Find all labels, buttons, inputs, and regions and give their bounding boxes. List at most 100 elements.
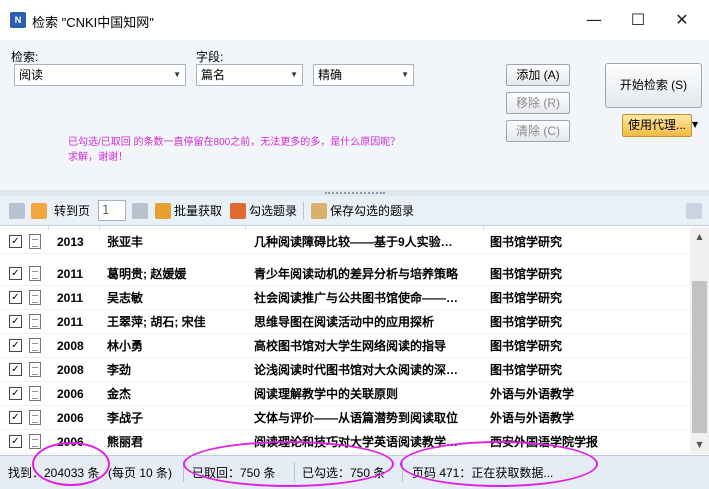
row-source: 图书馆学研究 — [490, 315, 563, 329]
use-proxy-button[interactable]: 使用代理... — [622, 114, 692, 137]
document-icon — [29, 362, 41, 377]
row-source: 外语与外语教学 — [490, 411, 575, 425]
table-row[interactable]: ✓ 2011 王翠萍; 胡石; 宋佳 思维导图在阅读活动中的应用探析 图书馆学研究 — [0, 310, 690, 334]
annotation-circle — [32, 442, 110, 486]
row-checkbox[interactable]: ✓ — [9, 387, 22, 400]
row-title: 青少年阅读动机的差异分析与培养策略 — [254, 267, 459, 281]
row-checkbox[interactable]: ✓ — [9, 291, 22, 304]
toolbar-separator — [303, 202, 304, 220]
batch-fetch-icon[interactable] — [155, 203, 171, 219]
document-icon — [29, 386, 41, 401]
row-year: 2013 — [57, 235, 84, 249]
scroll-down-icon[interactable]: ▼ — [690, 437, 709, 453]
row-author: 葛明贵; 赵媛媛 — [107, 267, 187, 281]
row-title: 论浅阅读时代图书馆对大众阅读的深… — [254, 363, 459, 377]
row-year: 2011 — [57, 267, 84, 281]
match-value: 精确 — [318, 68, 343, 82]
table-row[interactable]: ✓ 2006 金杰 阅读理解教学中的关联原则 外语与外语教学 — [0, 382, 690, 406]
table-row[interactable]: ✓ 2011 吴志敏 社会阅读推广与公共图书馆使命——… 图书馆学研究 — [0, 286, 690, 310]
save-icon[interactable] — [311, 203, 327, 219]
row-year: 2006 — [57, 411, 84, 425]
results-table: 年份 作者 标题 来源 ✓2013张亚丰几种阅读障碍比较——基于9人实验…图书馆… — [0, 227, 709, 454]
annotation-circle — [183, 441, 394, 487]
table-row[interactable]: ✓ 2006 李战子 文体与评价——从语篇潜势到阅读取位 外语与外语教学 — [0, 406, 690, 430]
table-row[interactable]: ✓ 2008 李劲 论浅阅读时代图书馆对大众阅读的深… 图书馆学研究 — [0, 358, 690, 382]
row-checkbox[interactable]: ✓ — [9, 267, 22, 280]
row-year: 2006 — [57, 387, 84, 401]
search-term-combo[interactable]: 阅读 ▼ — [14, 64, 186, 86]
row-source: 外语与外语教学 — [490, 387, 575, 401]
document-icon — [29, 266, 41, 281]
annotation-note-line1: 已勾选/已取回 的条数一直停留在800之前，无法更多的多，是什么原因呢？ — [68, 137, 401, 148]
row-title: 阅读理解教学中的关联原则 — [254, 387, 399, 401]
row-author: 张亚丰 — [107, 235, 144, 249]
row-title: 文体与评价——从语篇潜势到阅读取位 — [254, 411, 459, 425]
row-source: 图书馆学研究 — [490, 339, 563, 353]
row-checkbox[interactable]: ✓ — [9, 435, 22, 448]
document-icon — [29, 234, 41, 249]
settings-icon[interactable] — [686, 203, 702, 219]
field-value: 篇名 — [201, 68, 226, 82]
row-author: 金杰 — [107, 387, 132, 401]
save-checked-button[interactable]: 保存勾选的题录 — [330, 201, 414, 221]
table-row[interactable]: ✓ 2013 张亚丰 几种阅读障碍比较——基于9人实验… 图书馆学研究 — [0, 230, 690, 254]
close-button[interactable]: ✕ — [660, 4, 704, 36]
row-checkbox[interactable]: ✓ — [9, 235, 22, 248]
document-icon — [29, 338, 41, 353]
search-panel: 检索: 字段: 阅读 ▼ 篇名 ▼ 精确 ▼ 添加 (A) 移除 (R) 清除 … — [0, 40, 709, 190]
proxy-dropdown-icon[interactable]: ▼ — [692, 120, 698, 129]
row-year: 2011 — [57, 315, 84, 329]
row-author: 李劲 — [107, 363, 132, 377]
document-icon — [29, 410, 41, 425]
row-checkbox[interactable]: ✓ — [9, 363, 22, 376]
row-checkbox[interactable]: ✓ — [9, 411, 22, 424]
scroll-thumb[interactable] — [692, 281, 707, 433]
table-row[interactable]: ✓ 2011 葛明贵; 赵媛媛 青少年阅读动机的差异分析与培养策略 图书馆学研究 — [0, 262, 690, 286]
minimize-button[interactable]: — — [572, 4, 616, 36]
goto-page-icon[interactable] — [31, 203, 47, 219]
chevron-down-icon: ▼ — [173, 70, 181, 79]
row-checkbox[interactable]: ✓ — [9, 315, 22, 328]
results-toolbar: 转到页 1 批量获取 勾选题录 保存勾选的题录 — [0, 196, 709, 226]
row-author: 吴志敏 — [107, 291, 144, 305]
maximize-button[interactable]: ☐ — [616, 4, 660, 36]
row-author: 林小勇 — [107, 339, 144, 353]
vertical-scrollbar[interactable]: ▲ ▼ — [690, 227, 709, 454]
row-author: 王翠萍; 胡石; 宋佳 — [107, 315, 206, 329]
annotation-circle — [400, 441, 598, 487]
table-row[interactable]: ✓ 2008 林小勇 高校图书馆对大学生网络阅读的指导 图书馆学研究 — [0, 334, 690, 358]
first-page-icon[interactable] — [9, 203, 25, 219]
row-checkbox[interactable]: ✓ — [9, 339, 22, 352]
app-icon: N — [10, 12, 26, 28]
row-author: 李战子 — [107, 411, 144, 425]
row-year: 2011 — [57, 291, 84, 305]
splitter-grip[interactable] — [325, 192, 385, 194]
field-label: 字段: — [196, 50, 224, 64]
add-button[interactable]: 添加 (A) — [506, 64, 570, 86]
page-number-input[interactable]: 1 — [98, 200, 126, 221]
check-records-button[interactable]: 勾选题录 — [249, 201, 297, 221]
row-source: 图书馆学研究 — [490, 235, 563, 249]
batch-fetch-button[interactable]: 批量获取 — [174, 201, 222, 221]
row-year: 2008 — [57, 363, 84, 377]
next-page-icon[interactable] — [132, 203, 148, 219]
start-search-button[interactable]: 开始检索 (S) — [605, 63, 702, 108]
chevron-down-icon: ▼ — [290, 70, 298, 79]
search-term-value: 阅读 — [19, 68, 44, 82]
field-combo[interactable]: 篇名 ▼ — [196, 64, 303, 86]
row-title: 思维导图在阅读活动中的应用探析 — [254, 315, 435, 329]
chevron-down-icon: ▼ — [401, 70, 409, 79]
annotation-note: 已勾选/已取回 的条数一直停留在800之前，无法更多的多，是什么原因呢？ 求解，… — [68, 135, 448, 165]
scroll-up-icon[interactable]: ▲ — [690, 229, 709, 245]
document-icon — [29, 434, 41, 449]
check-records-icon[interactable] — [230, 203, 246, 219]
row-title: 几种阅读障碍比较——基于9人实验… — [254, 235, 453, 249]
row-title: 高校图书馆对大学生网络阅读的指导 — [254, 339, 447, 353]
per-page-count: (每页 10 条) — [108, 466, 173, 480]
goto-page-label[interactable]: 转到页 — [54, 201, 90, 221]
match-combo[interactable]: 精确 ▼ — [313, 64, 414, 86]
remove-button[interactable]: 移除 (R) — [506, 92, 570, 114]
row-source: 图书馆学研究 — [490, 267, 563, 281]
document-icon — [29, 314, 41, 329]
clear-button[interactable]: 清除 (C) — [506, 120, 570, 142]
